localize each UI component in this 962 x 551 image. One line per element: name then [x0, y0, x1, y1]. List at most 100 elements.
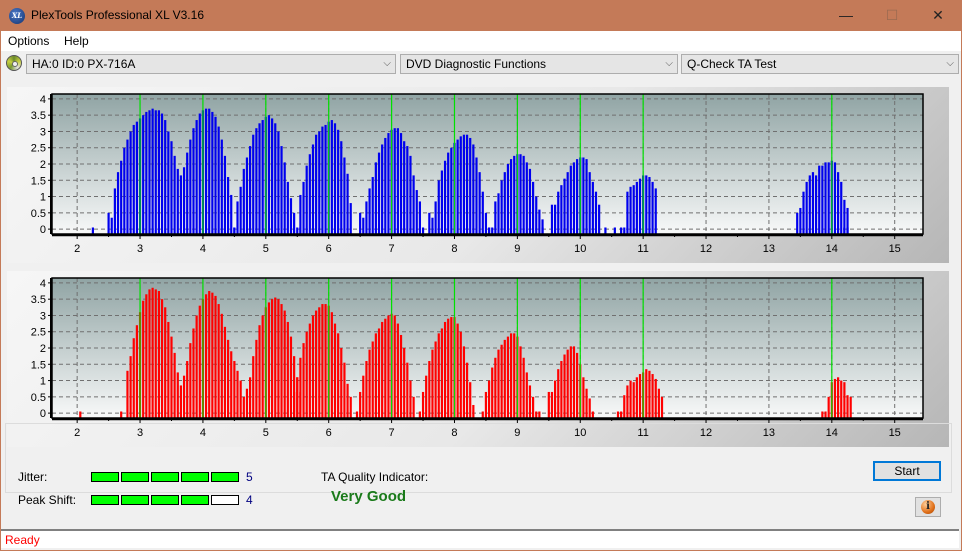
- histogram-bar: [289, 336, 293, 418]
- histogram-bar: [255, 339, 258, 418]
- histogram-bar: [837, 172, 840, 234]
- histogram-bar: [214, 295, 217, 418]
- histogram-bar: [267, 115, 271, 234]
- histogram-bar: [217, 304, 220, 418]
- histogram-bar: [293, 391, 296, 418]
- histogram-bar: [833, 378, 837, 418]
- histogram-bar: [393, 315, 396, 418]
- y-tick-label: 1.5: [31, 175, 46, 187]
- histogram-bar: [211, 111, 214, 234]
- histogram-bar: [560, 361, 563, 418]
- histogram-bar: [242, 168, 245, 234]
- histogram-bar: [576, 352, 579, 418]
- histogram-bar: [340, 348, 343, 418]
- maximize-button[interactable]: ☐: [869, 0, 915, 31]
- histogram-bar: [576, 159, 579, 234]
- histogram-bar: [337, 129, 340, 234]
- drive-select[interactable]: HA:0 ID:0 PX-716A ⌵: [26, 54, 396, 74]
- histogram-bar: [120, 160, 123, 234]
- histogram-bar: [421, 227, 425, 234]
- histogram-bar: [384, 137, 387, 234]
- histogram-bar: [182, 167, 186, 234]
- histogram-bar: [645, 175, 648, 234]
- chevron-down-icon: ⌵: [665, 58, 673, 69]
- histogram-bar: [249, 146, 252, 234]
- histogram-bar: [245, 157, 249, 234]
- histogram-bar: [384, 318, 387, 418]
- peak-shift-meter: [91, 495, 241, 505]
- histogram-bar: [818, 165, 821, 234]
- histogram-bar: [164, 120, 167, 234]
- histogram-bar: [368, 188, 371, 234]
- test-select[interactable]: Q-Check TA Test ⌵: [681, 54, 959, 74]
- histogram-bar: [160, 299, 164, 418]
- histogram-bar: [654, 378, 657, 418]
- histogram-bar: [145, 111, 148, 234]
- jitter-label: Jitter:: [18, 470, 48, 484]
- histogram-bar: [506, 164, 510, 234]
- y-tick-label: 0.5: [31, 392, 46, 404]
- histogram-bar: [572, 346, 576, 418]
- histogram-bar: [591, 411, 594, 418]
- histogram-bar: [585, 388, 588, 418]
- menu-options[interactable]: Options: [8, 34, 49, 48]
- meter-segment: [211, 472, 239, 482]
- histogram-bar: [343, 157, 346, 234]
- histogram-bar: [525, 162, 528, 234]
- y-tick-label: 2.5: [31, 327, 46, 339]
- y-tick-label: 2: [40, 343, 46, 355]
- histogram-bar: [497, 193, 500, 234]
- histogram-bar: [148, 110, 151, 234]
- histogram-bar: [623, 227, 626, 234]
- histogram-bar: [412, 175, 415, 234]
- histogram-bar: [324, 124, 327, 234]
- histogram-bar: [277, 299, 280, 418]
- histogram-bar: [132, 338, 135, 418]
- info-button[interactable]: i: [915, 497, 941, 517]
- histogram-bar: [638, 374, 642, 418]
- histogram-bar: [648, 177, 651, 234]
- histogram-bar: [198, 113, 201, 234]
- histogram-bar: [522, 155, 525, 234]
- close-button[interactable]: ✕: [915, 0, 961, 31]
- histogram-bar: [554, 380, 557, 418]
- meter-segment: [211, 495, 239, 505]
- histogram-bar: [154, 289, 157, 418]
- histogram-bar: [632, 185, 635, 234]
- function-select[interactable]: DVD Diagnostic Functions ⌵: [400, 54, 678, 74]
- histogram-bar: [258, 325, 261, 418]
- histogram-bar: [381, 321, 384, 418]
- histogram-bar: [560, 185, 563, 234]
- histogram-bar: [443, 321, 447, 418]
- histogram-bar: [440, 328, 444, 418]
- histogram-bar: [821, 165, 824, 234]
- histogram-bar: [547, 391, 550, 418]
- menu-help[interactable]: Help: [64, 34, 89, 48]
- histogram-bar: [475, 157, 478, 234]
- histogram-bar: [333, 323, 337, 418]
- minimize-button[interactable]: —: [823, 0, 869, 31]
- start-button[interactable]: Start: [873, 461, 941, 481]
- y-tick-label: 3: [40, 310, 46, 322]
- histogram-bar: [613, 227, 616, 234]
- histogram-bar: [374, 333, 377, 418]
- title-bar: XL PlexTools Professional XL V3.16 — ☐ ✕: [0, 0, 962, 31]
- histogram-bar: [604, 227, 607, 234]
- histogram-bar: [286, 321, 289, 418]
- histogram-bar: [569, 165, 572, 234]
- histogram-bar: [456, 139, 459, 234]
- x-tick-label: 3: [137, 243, 143, 255]
- histogram-bar: [157, 291, 161, 418]
- histogram-bar: [403, 141, 406, 234]
- histogram-bar: [456, 323, 459, 418]
- histogram-bar: [214, 116, 217, 234]
- histogram-bar: [528, 385, 532, 418]
- histogram-bar: [396, 323, 399, 418]
- histogram-bar: [315, 310, 318, 418]
- histogram-bar: [588, 398, 591, 418]
- histogram-bar: [513, 155, 516, 234]
- histogram-bar: [591, 181, 594, 234]
- histogram-bar: [469, 382, 472, 418]
- histogram-bar: [620, 411, 623, 418]
- histogram-bar: [151, 287, 154, 418]
